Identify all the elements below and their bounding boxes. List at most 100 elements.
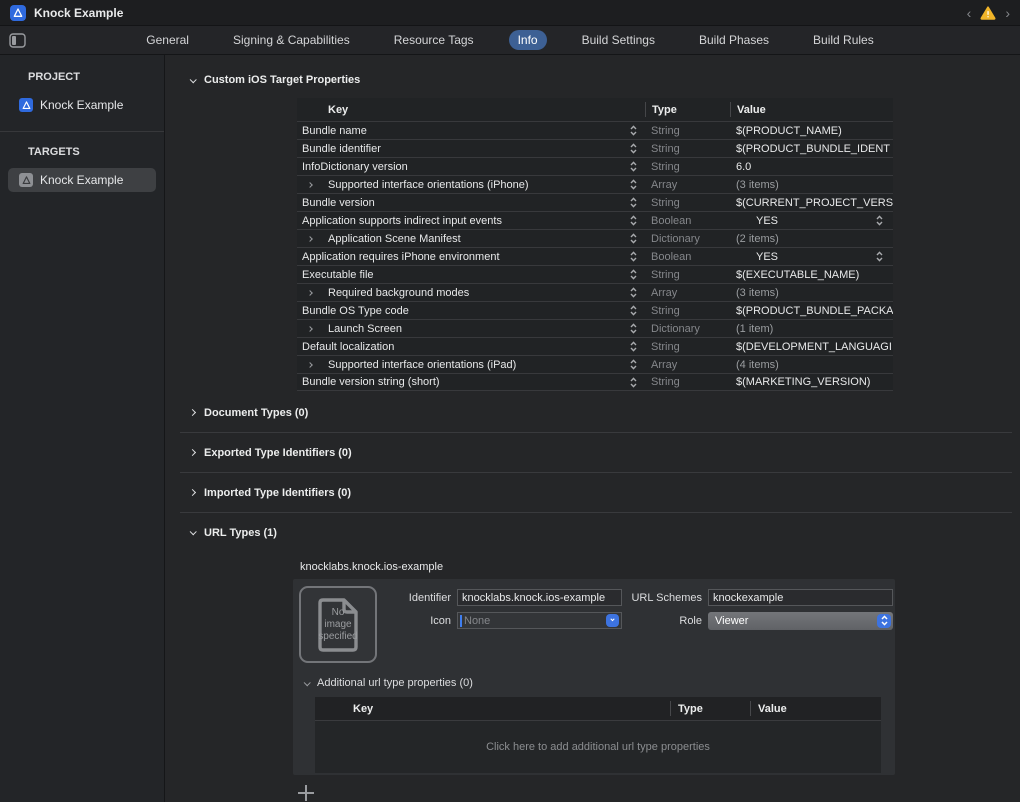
key-stepper-icon[interactable] [630,377,637,388]
value-stepper-icon[interactable] [876,251,883,262]
prop-type[interactable]: Array [645,359,730,371]
add-properties-placeholder[interactable]: Click here to add additional url type pr… [315,721,881,773]
custom-props-section-header[interactable]: Custom iOS Target Properties [190,74,1020,86]
disclosure-chevron-icon[interactable] [297,237,323,241]
table-row[interactable]: InfoDictionary version String 6.0 [297,157,893,175]
navigate-back-icon[interactable]: ‹ [967,6,972,20]
prop-value[interactable]: YES [736,215,778,227]
table-row[interactable]: Application supports indirect input even… [297,211,893,229]
key-stepper-icon[interactable] [630,341,637,352]
prop-type[interactable]: String [645,197,730,209]
disclosure-chevron-icon[interactable] [297,291,323,295]
role-popup-button[interactable]: Viewer [708,612,893,630]
section-exported-type-identifiers[interactable]: Exported Type Identifiers (0) [190,447,352,459]
table-row[interactable]: Required background modes Array (3 items… [297,283,893,301]
prop-value[interactable]: (1 item) [736,323,773,335]
prop-type[interactable]: String [645,125,730,137]
table-row[interactable]: Application Scene Manifest Dictionary (2… [297,229,893,247]
add-url-type-button[interactable] [298,785,314,801]
url-type-image-well[interactable]: No image specified [299,586,377,663]
key-stepper-icon[interactable] [630,305,637,316]
prop-type[interactable]: Boolean [645,215,730,227]
table-row[interactable]: Bundle OS Type code String $(PRODUCT_BUN… [297,301,893,319]
key-stepper-icon[interactable] [630,251,637,262]
project-icon [19,98,33,112]
prop-type[interactable]: Dictionary [645,323,730,335]
table-row[interactable]: Launch Screen Dictionary (1 item) [297,319,893,337]
tab-build-phases[interactable]: Build Phases [690,30,778,50]
prop-value[interactable]: $(CURRENT_PROJECT_VERS [736,197,893,209]
additional-properties-header[interactable]: Additional url type properties (0) [304,677,889,689]
prop-key: Application supports indirect input even… [297,215,626,227]
prop-type[interactable]: String [645,341,730,353]
prop-value[interactable]: $(PRODUCT_BUNDLE_IDENT [736,143,890,155]
value-stepper-icon[interactable] [876,215,883,226]
tab-build-settings[interactable]: Build Settings [573,30,664,50]
chevron-right-icon [189,409,196,416]
identifier-field[interactable]: knocklabs.knock.ios-example [457,589,622,606]
table-row[interactable]: Executable file String $(EXECUTABLE_NAME… [297,265,893,283]
prop-value[interactable]: (4 items) [736,359,779,371]
prop-type[interactable]: Array [645,287,730,299]
url-schemes-field[interactable]: knockexample [708,589,893,606]
table-row[interactable]: Bundle name String $(PRODUCT_NAME) [297,121,893,139]
key-stepper-icon[interactable] [630,269,637,280]
key-stepper-icon[interactable] [630,179,637,190]
tab-signing-capabilities[interactable]: Signing & Capabilities [224,30,359,50]
prop-type[interactable]: String [645,376,730,388]
tab-build-rules[interactable]: Build Rules [804,30,883,50]
warning-icon[interactable] [980,6,996,20]
icon-combo-box[interactable]: None [457,612,622,629]
table-row[interactable]: Supported interface orientations (iPad) … [297,355,893,373]
prop-value[interactable]: (2 items) [736,233,779,245]
tab-resource-tags[interactable]: Resource Tags [385,30,483,50]
prop-value[interactable]: (3 items) [736,179,779,191]
table-row[interactable]: Bundle version string (short) String $(M… [297,373,893,391]
key-stepper-icon[interactable] [630,287,637,298]
sidebar-toggle-icon[interactable] [9,33,26,48]
prop-type[interactable]: String [645,161,730,173]
key-stepper-icon[interactable] [630,233,637,244]
prop-value[interactable]: $(MARKETING_VERSION) [736,376,870,388]
disclosure-chevron-icon[interactable] [297,327,323,331]
table-row[interactable]: Application requires iPhone environment … [297,247,893,265]
prop-value[interactable]: $(PRODUCT_NAME) [736,125,842,137]
chevron-down-icon [190,528,197,535]
key-stepper-icon[interactable] [630,215,637,226]
prop-type[interactable]: Array [645,179,730,191]
prop-value[interactable]: $(PRODUCT_BUNDLE_PACKA [736,305,893,317]
prop-value[interactable]: 6.0 [736,161,751,173]
table-row[interactable]: Bundle version String $(CURRENT_PROJECT_… [297,193,893,211]
key-stepper-icon[interactable] [630,161,637,172]
section-url-types[interactable]: URL Types (1) [190,527,277,539]
prop-type[interactable]: String [645,305,730,317]
prop-type[interactable]: String [645,143,730,155]
key-stepper-icon[interactable] [630,143,637,154]
sidebar-item-target[interactable]: Knock Example [8,168,156,192]
table-row[interactable]: Supported interface orientations (iPhone… [297,175,893,193]
key-stepper-icon[interactable] [630,323,637,334]
prop-type[interactable]: String [645,269,730,281]
key-stepper-icon[interactable] [630,125,637,136]
prop-value[interactable]: $(EXECUTABLE_NAME) [736,269,859,281]
prop-value[interactable]: $(DEVELOPMENT_LANGUAGI [736,341,892,353]
key-stepper-icon[interactable] [630,359,637,370]
navigate-forward-icon[interactable]: › [1005,6,1010,20]
section-imported-type-identifiers[interactable]: Imported Type Identifiers (0) [190,487,351,499]
prop-value[interactable]: (3 items) [736,287,779,299]
prop-key: Executable file [297,269,626,281]
prop-value[interactable]: YES [736,251,778,263]
prop-type[interactable]: Boolean [645,251,730,263]
table-row[interactable]: Default localization String $(DEVELOPMEN… [297,337,893,355]
combo-dropdown-icon[interactable] [606,614,619,627]
tab-general[interactable]: General [137,30,198,50]
key-stepper-icon[interactable] [630,197,637,208]
sidebar-item-project[interactable]: Knock Example [8,93,156,117]
disclosure-chevron-icon[interactable] [297,363,323,367]
table-row[interactable]: Bundle identifier String $(PRODUCT_BUNDL… [297,139,893,157]
popup-stepper-icon [877,614,891,628]
section-document-types[interactable]: Document Types (0) [190,407,308,419]
disclosure-chevron-icon[interactable] [297,183,323,187]
tab-info[interactable]: Info [509,30,547,50]
prop-type[interactable]: Dictionary [645,233,730,245]
